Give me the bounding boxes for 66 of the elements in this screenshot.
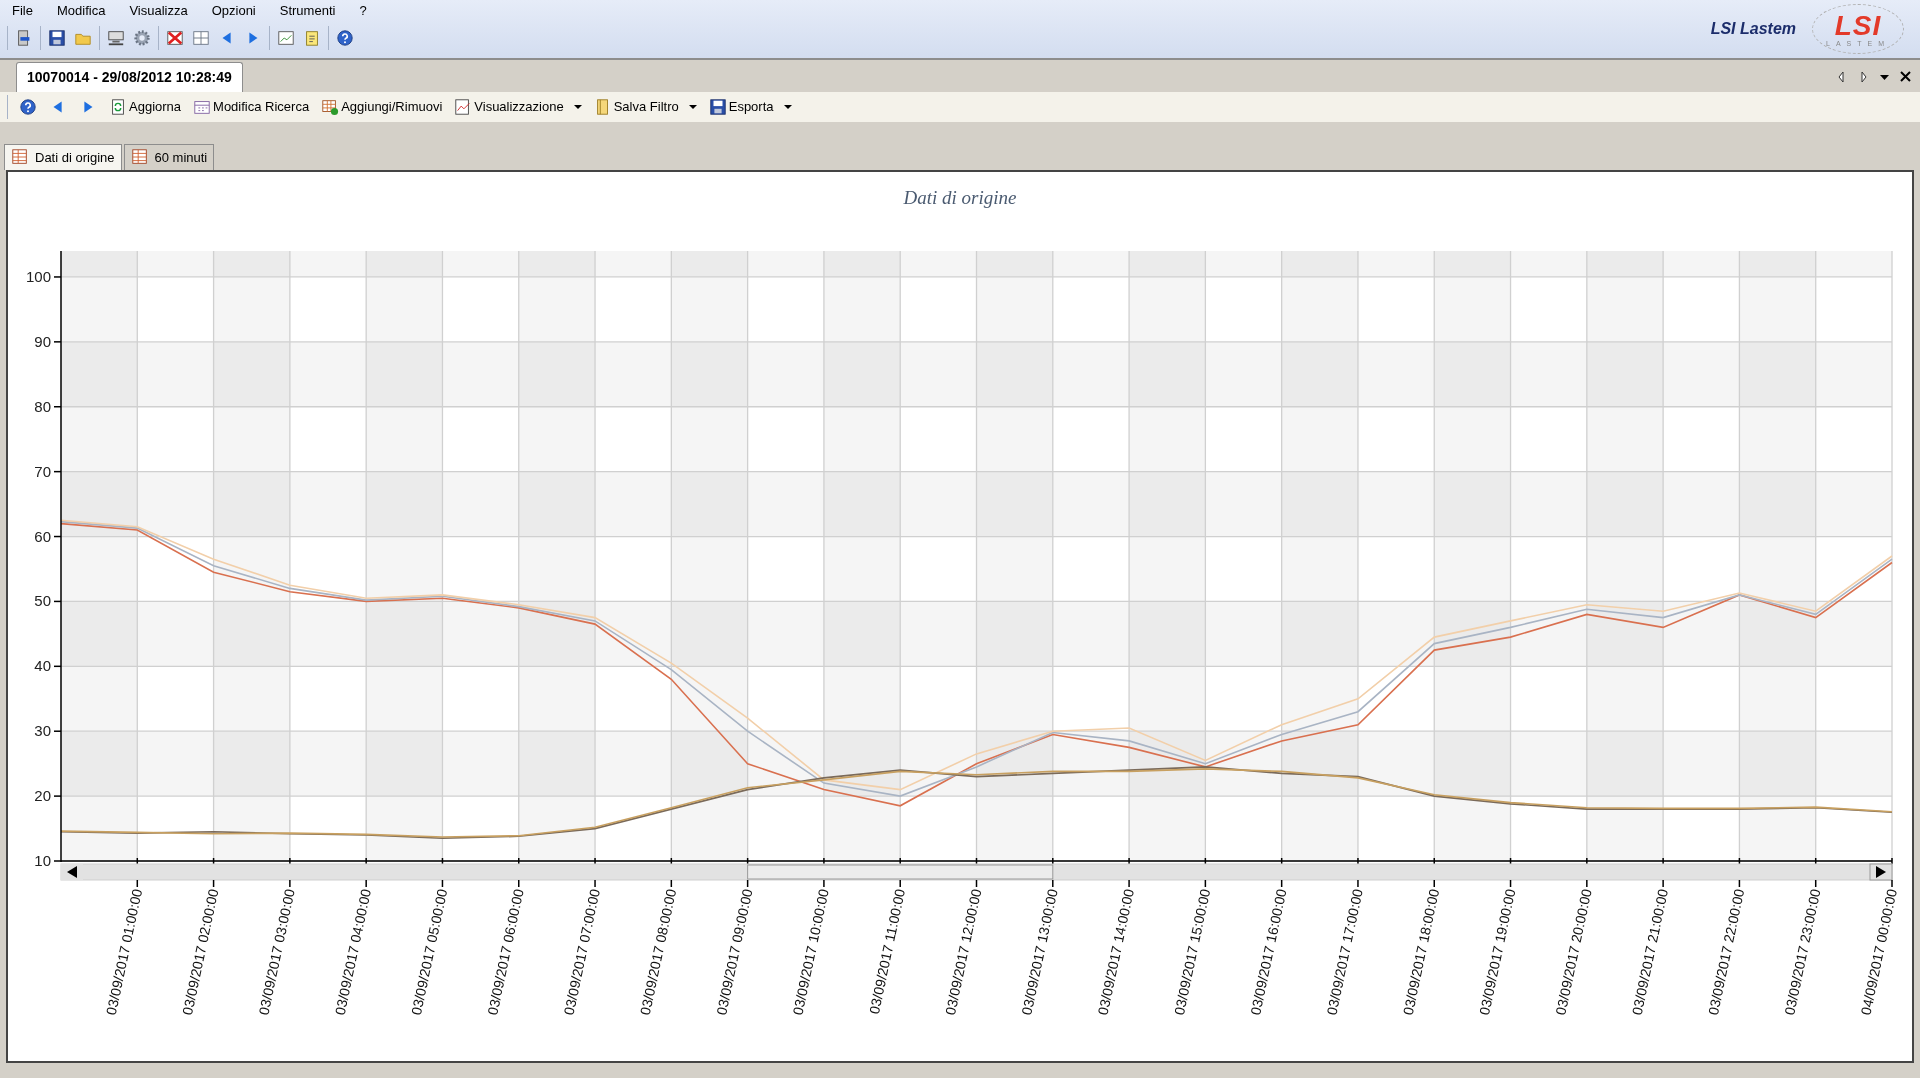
axis-tick-label: 03/09/2017 16:00:00 bbox=[1247, 887, 1290, 1017]
delete-grid-icon[interactable] bbox=[166, 28, 184, 47]
close-icon[interactable] bbox=[1899, 70, 1912, 84]
scroll-thumb[interactable] bbox=[747, 864, 1054, 880]
axis-tick-label: 03/09/2017 09:00:00 bbox=[713, 887, 756, 1017]
axis-tick-label: 20 bbox=[34, 787, 51, 805]
save-icon[interactable] bbox=[48, 28, 66, 47]
axis-tick-label: 03/09/2017 19:00:00 bbox=[1476, 887, 1519, 1017]
toolbar-button[interactable]: Visualizzazione bbox=[450, 96, 586, 118]
table-icon bbox=[11, 148, 29, 167]
axis-tick-label: 03/09/2017 03:00:00 bbox=[255, 887, 298, 1017]
axis-tick-label: 03/09/2017 12:00:00 bbox=[942, 887, 985, 1017]
axis-tick-label: 03/09/2017 22:00:00 bbox=[1705, 887, 1748, 1017]
chart-title: Dati di origine bbox=[903, 187, 1017, 208]
axis-tick-label: 03/09/2017 10:00:00 bbox=[789, 887, 832, 1017]
save-icon bbox=[708, 98, 727, 116]
axis-tick-label: 03/09/2017 17:00:00 bbox=[1323, 887, 1366, 1017]
toolbar-button[interactable]: Salva Filtro bbox=[589, 96, 701, 118]
axis-tick-label: 90 bbox=[34, 332, 51, 350]
axis-tick-label: 03/09/2017 14:00:00 bbox=[1094, 887, 1137, 1017]
axis-tick-label: 100 bbox=[25, 267, 51, 285]
chart-window-icon[interactable] bbox=[277, 28, 295, 47]
calendar-icon bbox=[193, 98, 212, 116]
toolbar-button[interactable]: Modifica Ricerca bbox=[189, 96, 314, 118]
axis-tick-label: 03/09/2017 07:00:00 bbox=[560, 887, 603, 1017]
menu-item[interactable]: File bbox=[0, 0, 45, 22]
axis-tick-label: 03/09/2017 06:00:00 bbox=[484, 887, 527, 1017]
axis-tick-label: 03/09/2017 11:00:00 bbox=[866, 887, 909, 1016]
monitor-icon[interactable] bbox=[107, 28, 125, 47]
axis-tick-label: 03/09/2017 20:00:00 bbox=[1552, 887, 1595, 1017]
view-tab[interactable]: 60 minuti bbox=[123, 143, 215, 170]
axis-tick-label: 30 bbox=[34, 722, 51, 740]
menu-item[interactable]: Modifica bbox=[44, 0, 118, 22]
axis-tick-label: 03/09/2017 13:00:00 bbox=[1018, 887, 1061, 1017]
axis-tick-label: 03/09/2017 15:00:00 bbox=[1170, 887, 1214, 1017]
axis-tick-label: 80 bbox=[34, 397, 51, 415]
grid-icon[interactable] bbox=[192, 28, 210, 47]
scroll-right-button[interactable] bbox=[1869, 863, 1893, 881]
menu-item[interactable]: Opzioni bbox=[199, 0, 268, 22]
axis-tick-label: 03/09/2017 23:00:00 bbox=[1781, 887, 1824, 1017]
axis-tick-label: 04/09/2017 00:00:00 bbox=[1857, 887, 1900, 1017]
axis-tick-label: 40 bbox=[34, 657, 51, 675]
axis-tick-label: 60 bbox=[34, 527, 51, 545]
axis-tick-label: 03/09/2017 21:00:00 bbox=[1628, 887, 1672, 1017]
refresh-icon bbox=[109, 98, 127, 116]
axis-tick-label: 10 bbox=[34, 852, 51, 869]
menu-item[interactable]: Visualizza bbox=[117, 0, 200, 22]
scroll-left-button[interactable] bbox=[61, 864, 83, 880]
toolbar-button[interactable]: Esporta bbox=[704, 96, 796, 118]
menu-item[interactable]: ? bbox=[347, 0, 379, 22]
gear-icon[interactable] bbox=[133, 28, 151, 47]
clipboard-icon[interactable] bbox=[303, 28, 321, 47]
help-icon[interactable] bbox=[336, 28, 354, 47]
view-tab[interactable]: Dati di origine bbox=[4, 143, 122, 170]
toolbar-button[interactable]: Aggiorna bbox=[105, 96, 186, 118]
brand-name: LSI Lastem bbox=[1710, 19, 1796, 39]
axis-tick-label: 03/09/2017 05:00:00 bbox=[408, 887, 451, 1017]
axis-tick-label: 50 bbox=[34, 592, 51, 610]
help-icon bbox=[19, 98, 37, 116]
table-icon bbox=[130, 148, 149, 167]
axis-tick-label: 70 bbox=[34, 462, 51, 480]
table-add-icon bbox=[321, 98, 340, 116]
toolbar-button[interactable]: Aggiungi/Rimuovi bbox=[317, 96, 447, 118]
menu-item[interactable]: Strumenti bbox=[267, 0, 348, 22]
document-tab[interactable]: 10070014 - 29/08/2012 10:28:49 bbox=[16, 62, 243, 92]
axis-tick-label: 03/09/2017 02:00:00 bbox=[179, 887, 222, 1017]
